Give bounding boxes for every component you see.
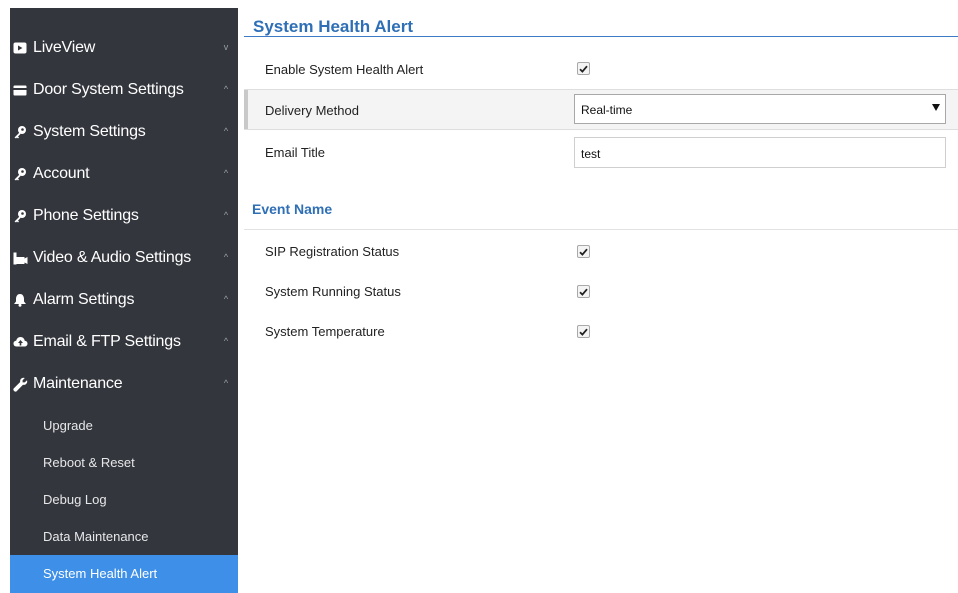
email-title-value: test [581, 147, 601, 161]
sidebar-item-label: Door System Settings [33, 81, 184, 98]
event-checkbox-system-running[interactable] [577, 285, 590, 298]
checkmark-icon [579, 248, 588, 256]
sidebar-subitem-reboot-reset[interactable]: Reboot & Reset [10, 444, 238, 481]
page-title: System Health Alert [253, 17, 413, 36]
sidebar-item-door-system-settings[interactable]: Door System Settings ^ [10, 70, 238, 112]
sidebar-item-label: Maintenance [33, 375, 123, 392]
sidebar-subitem-data-maintenance[interactable]: Data Maintenance [10, 518, 238, 555]
sidebar: LiveView v Door System Settings ^ System… [10, 8, 238, 593]
section-divider [244, 229, 958, 230]
sidebar-item-label: Email & FTP Settings [33, 333, 181, 350]
enable-alert-label: Enable System Health Alert [265, 62, 424, 77]
sidebar-item-video-audio-settings[interactable]: Video & Audio Settings ^ [10, 238, 238, 280]
checkmark-icon [579, 328, 588, 336]
key-icon [11, 208, 29, 224]
chevron-up-icon: ^ [223, 378, 229, 388]
email-title-label: Email Title [265, 145, 325, 160]
chevron-up-icon: ^ [223, 252, 229, 262]
sidebar-item-alarm-settings[interactable]: Alarm Settings ^ [10, 280, 238, 322]
checkmark-icon [579, 288, 588, 296]
sidebar-item-label: LiveView [33, 39, 96, 56]
title-divider [244, 36, 958, 37]
bell-icon [11, 292, 29, 308]
delivery-method-value: Real-time [581, 103, 633, 117]
event-label-system-temperature: System Temperature [265, 324, 385, 339]
dropdown-arrow-icon [932, 104, 940, 111]
sidebar-item-maintenance[interactable]: Maintenance ^ [10, 364, 238, 406]
row-indicator [244, 90, 248, 129]
sidebar-subitem-system-health-alert[interactable]: System Health Alert [10, 555, 238, 593]
sidebar-item-email-ftp-settings[interactable]: Email & FTP Settings ^ [10, 322, 238, 364]
delivery-method-label: Delivery Method [265, 103, 359, 118]
sidebar-item-liveview[interactable]: LiveView v [10, 28, 238, 70]
chevron-up-icon: ^ [223, 126, 229, 136]
sidebar-item-label: Phone Settings [33, 207, 139, 224]
key-icon [11, 124, 29, 140]
event-checkbox-sip-registration[interactable] [577, 245, 590, 258]
key-icon [11, 166, 29, 182]
sidebar-subitem-debug-log[interactable]: Debug Log [10, 481, 238, 518]
delivery-method-select[interactable]: Real-time [574, 94, 946, 124]
wrench-icon [11, 376, 29, 392]
sidebar-item-label: Alarm Settings [33, 291, 135, 308]
sidebar-subitem-label: Reboot & Reset [43, 455, 135, 470]
event-label-system-running: System Running Status [265, 284, 401, 299]
event-label-sip-registration: SIP Registration Status [265, 244, 400, 259]
enable-alert-checkbox[interactable] [577, 62, 590, 75]
chevron-down-icon: v [223, 42, 229, 52]
sidebar-item-label: Video & Audio Settings [33, 249, 192, 266]
cloud-icon [11, 334, 29, 350]
chevron-up-icon: ^ [223, 168, 229, 178]
sidebar-subitem-label: Upgrade [43, 418, 93, 433]
sidebar-subitem-label: Data Maintenance [43, 529, 149, 544]
chevron-up-icon: ^ [223, 84, 229, 94]
checkmark-icon [579, 65, 588, 73]
sidebar-subitem-upgrade[interactable]: Upgrade [10, 407, 238, 444]
sidebar-subitem-label: Debug Log [43, 492, 107, 507]
email-title-input[interactable]: test [574, 137, 946, 168]
section-title: Event Name [252, 201, 333, 217]
card-icon [11, 82, 29, 98]
chevron-up-icon: ^ [223, 294, 229, 304]
sidebar-item-account[interactable]: Account ^ [10, 154, 238, 196]
monitor-icon [11, 40, 29, 56]
camera-icon [11, 250, 29, 266]
sidebar-subitem-label: System Health Alert [43, 566, 158, 581]
sidebar-item-label: Account [33, 165, 90, 182]
event-checkbox-system-temperature[interactable] [577, 325, 590, 338]
sidebar-item-phone-settings[interactable]: Phone Settings ^ [10, 196, 238, 238]
chevron-up-icon: ^ [223, 336, 229, 346]
sidebar-item-system-settings[interactable]: System Settings ^ [10, 112, 238, 154]
chevron-up-icon: ^ [223, 210, 229, 220]
sidebar-item-label: System Settings [33, 123, 146, 140]
